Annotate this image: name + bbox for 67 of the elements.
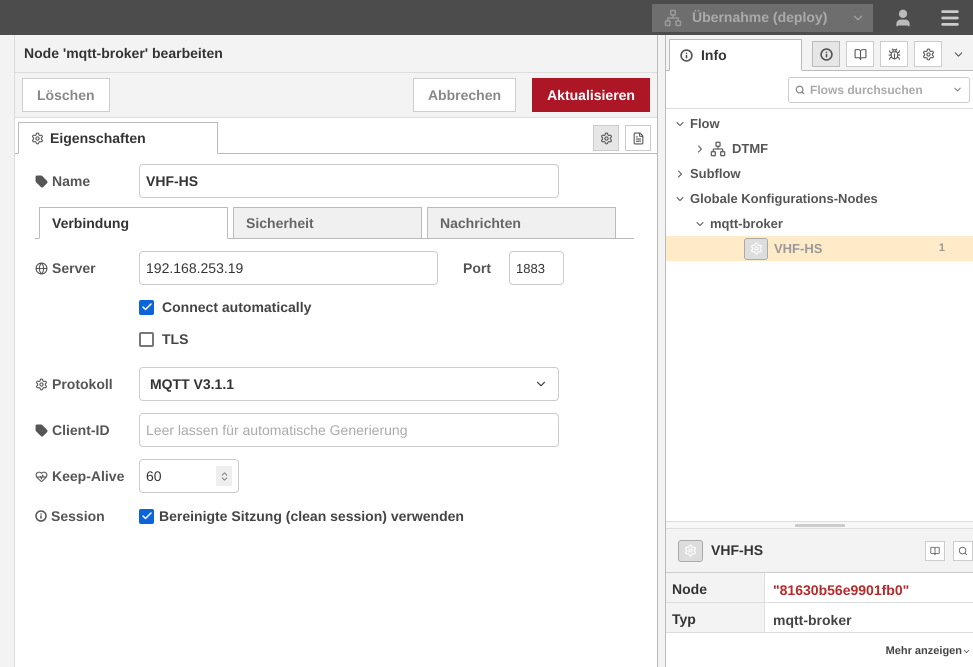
update-button[interactable]: Aktualisieren <box>532 78 650 112</box>
checkbox[interactable] <box>139 508 154 524</box>
port-field[interactable]: 1883 <box>509 251 564 285</box>
flow-icon <box>664 8 682 26</box>
globe-icon <box>35 262 48 274</box>
search-icon[interactable] <box>953 540 973 560</box>
field-label: Keep-Alive <box>52 466 124 486</box>
tree-item[interactable]: Globale Konfigurations-Nodes <box>666 186 973 211</box>
delete-button[interactable]: Löschen <box>22 78 110 112</box>
settings-icon[interactable] <box>914 41 942 67</box>
tree-label: Globale Konfigurations-Nodes <box>690 190 878 208</box>
bug-icon[interactable] <box>880 41 908 67</box>
tree-item[interactable]: DTMF <box>666 136 973 161</box>
tree-item[interactable]: Subflow <box>666 161 973 186</box>
tree-label: Subflow <box>690 164 741 183</box>
tree-item[interactable]: Flow <box>666 111 973 136</box>
gear-icon <box>678 540 703 562</box>
field-label: Port <box>463 258 492 278</box>
connection-tab[interactable]: Verbindung <box>39 207 228 239</box>
book-icon[interactable] <box>925 540 945 560</box>
show-more-link[interactable]: Mehr anzeigen <box>886 643 971 660</box>
flow-icon <box>710 140 726 156</box>
book-icon[interactable] <box>846 41 874 67</box>
name-field[interactable]: VHF-HS <box>139 164 559 198</box>
field-label: Client-ID <box>52 420 110 440</box>
connection-tab[interactable]: Nachrichten <box>427 207 616 239</box>
info-icon[interactable] <box>812 41 840 67</box>
checkbox-label: TLS <box>162 330 188 348</box>
settings-icon[interactable] <box>593 125 619 151</box>
tree-item[interactable]: mqtt-broker <box>666 211 973 236</box>
client-id-field[interactable]: Leer lassen für automatische Generierung <box>139 413 559 447</box>
tree-label: mqtt-broker <box>710 214 783 233</box>
checkbox-label: Bereinigte Sitzung (clean session) verwenden <box>159 506 464 526</box>
field-label: Session <box>51 506 105 526</box>
checkbox-label: Connect automatically <box>162 298 312 317</box>
dialog-title: Node 'mqtt-broker' bearbeiten <box>15 35 657 73</box>
tree-label: Flow <box>690 114 720 133</box>
connection-tab[interactable]: Sicherheit <box>233 207 422 239</box>
heart-pulse-icon <box>35 470 48 482</box>
tree-label: VHF-HS <box>774 240 822 258</box>
info-icon <box>680 48 693 62</box>
gear-icon <box>744 238 768 260</box>
field-label: Protokoll <box>52 374 113 394</box>
property-key: Typ <box>666 603 765 632</box>
protocol-select[interactable]: MQTT V3.1.1 <box>139 367 559 401</box>
server-field[interactable]: 192.168.253.19 <box>139 251 438 285</box>
property-value: mqtt-broker <box>772 611 852 630</box>
checkbox[interactable] <box>139 300 154 314</box>
gear-icon <box>31 132 44 144</box>
info-tab[interactable]: Info <box>669 39 802 71</box>
info-title: VHF-HS <box>711 541 764 560</box>
field-label: Name <box>52 172 90 190</box>
usage-count: 1 <box>938 241 945 256</box>
field-label: Server <box>52 258 96 278</box>
cancel-button[interactable]: Abbrechen <box>412 78 516 112</box>
property-key: Node <box>666 573 765 602</box>
checkbox[interactable] <box>139 332 154 346</box>
tag-icon <box>35 174 48 188</box>
tree-label: DTMF <box>732 140 768 158</box>
document-icon[interactable] <box>625 125 651 151</box>
search-icon <box>795 84 805 94</box>
info-icon <box>35 510 47 522</box>
property-value: "81630b56e9901fb0" <box>772 581 910 600</box>
gear-icon <box>35 378 48 390</box>
keep-alive-field[interactable]: 60 <box>139 459 239 493</box>
properties-tab[interactable]: Eigenschaften <box>18 122 218 154</box>
tag-icon <box>35 424 48 436</box>
